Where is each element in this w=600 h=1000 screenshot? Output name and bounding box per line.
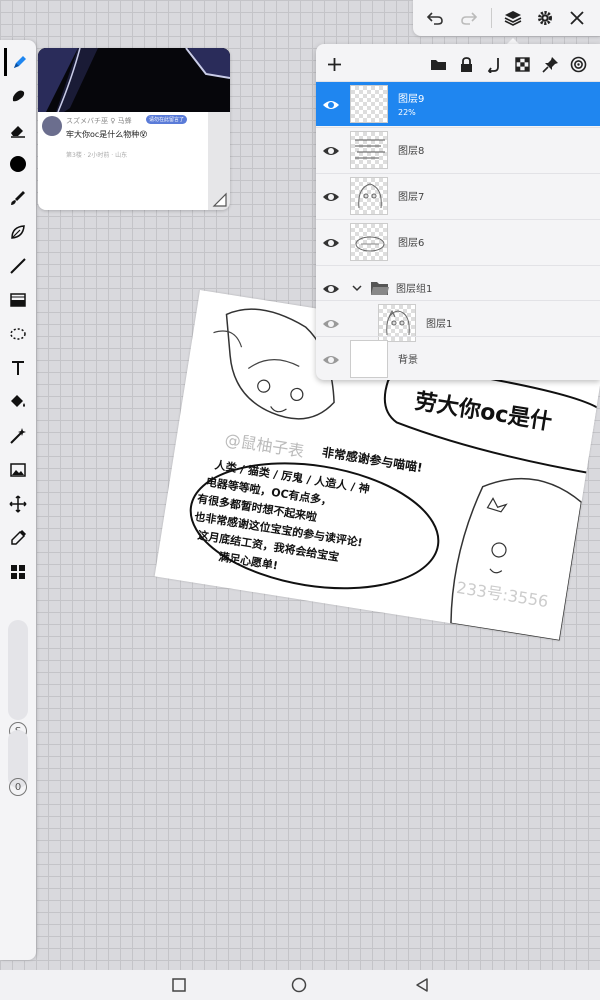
transform-move-icon[interactable] <box>4 490 32 518</box>
eye-icon[interactable] <box>322 142 340 160</box>
grid-layout-icon[interactable] <box>4 558 32 586</box>
lock-icon[interactable] <box>454 52 478 76</box>
layer-thumbnail <box>350 340 388 378</box>
layer-name: 背景 <box>398 355 418 366</box>
layer-row-7[interactable]: 图层7 <box>316 173 600 218</box>
post-meta: 第3楼 · 2小时前 · 山东 <box>66 152 128 159</box>
divider <box>491 8 492 28</box>
line-tool-icon[interactable] <box>4 252 32 280</box>
reference-post: スズメバチ巫 ♀ 马蜂 请勿在此留言了 牢大你oc是什么物种😵 第3楼 · 2小… <box>38 112 208 210</box>
layer-name: 图层8 <box>398 146 425 157</box>
checkerboard-icon[interactable] <box>510 52 534 76</box>
clipping-icon[interactable] <box>482 52 506 76</box>
eye-icon[interactable] <box>322 188 340 206</box>
post-username: スズメバチ巫 ♀ 马蜂 <box>66 117 132 125</box>
eye-icon[interactable] <box>322 280 340 298</box>
layer-row-8[interactable]: 图层8 <box>316 127 600 172</box>
layer-name: 图层7 <box>398 192 425 203</box>
layer-thumbnail <box>350 85 388 123</box>
settings-icon[interactable] <box>533 6 557 30</box>
pin-icon[interactable] <box>538 52 562 76</box>
folder-icon[interactable] <box>426 52 450 76</box>
eye-icon[interactable] <box>322 96 340 114</box>
opacity-label: 0 <box>9 778 27 796</box>
eyedropper-icon[interactable] <box>4 524 32 552</box>
lasso-select-icon[interactable] <box>4 320 32 348</box>
layer-row-6[interactable]: 图层6 <box>316 219 600 264</box>
layer-thumbnail <box>350 131 388 169</box>
smudge-icon[interactable] <box>4 82 32 110</box>
layer-thumbnail <box>350 177 388 215</box>
add-layer-icon[interactable] <box>322 52 346 76</box>
folder-open-icon <box>371 282 389 295</box>
eye-icon[interactable] <box>322 351 340 369</box>
layer-name: 图层9 <box>398 94 425 105</box>
tool-sidebar: S 0 <box>0 40 36 960</box>
back-icon[interactable] <box>413 976 431 994</box>
eye-icon[interactable] <box>322 234 340 252</box>
magic-wand-icon[interactable] <box>4 422 32 450</box>
post-badge: 请勿在此留言了 <box>146 115 188 124</box>
layer-name: 图层1 <box>426 319 453 330</box>
resize-handle-icon[interactable] <box>212 192 228 208</box>
text-tool-icon[interactable] <box>4 354 32 382</box>
layer-name: 图层6 <box>398 238 425 249</box>
post-text: 牢大你oc是什么物种😵 <box>66 130 148 139</box>
avatar <box>42 116 62 136</box>
layer-row-9[interactable]: 图层9 22% <box>316 81 600 126</box>
eye-icon[interactable] <box>322 315 340 333</box>
recent-apps-icon[interactable] <box>170 976 188 994</box>
undo-icon[interactable] <box>423 6 447 30</box>
paint-brush-icon[interactable] <box>4 184 32 212</box>
chevron-down-icon[interactable] <box>352 283 362 293</box>
layer-row-background[interactable]: 背景 <box>316 336 600 381</box>
layers-icon[interactable] <box>501 6 525 30</box>
eraser-icon[interactable] <box>4 116 32 144</box>
close-icon[interactable] <box>565 6 589 30</box>
home-icon[interactable] <box>290 976 308 994</box>
brush-size-slider[interactable] <box>8 620 28 720</box>
leaf-brush-icon[interactable] <box>4 218 32 246</box>
layer-opacity: 22% <box>398 108 416 117</box>
reference-image <box>38 48 230 112</box>
target-icon[interactable] <box>566 52 590 76</box>
redo-icon[interactable] <box>457 6 481 30</box>
image-import-icon[interactable] <box>4 456 32 484</box>
system-navigation-bar <box>0 970 600 1000</box>
layer-thumbnail <box>350 223 388 261</box>
top-action-bar <box>413 0 600 36</box>
bucket-fill-icon[interactable] <box>4 388 32 416</box>
layer-name: 图层组1 <box>396 284 433 295</box>
reference-window[interactable]: スズメバチ巫 ♀ 马蜂 请勿在此留言了 牢大你oc是什么物种😵 第3楼 · 2小… <box>38 48 230 210</box>
color-swatch-icon[interactable] <box>4 150 32 178</box>
brush-pen-icon[interactable] <box>4 48 32 76</box>
layers-panel: 图层9 22% 图层8 图层7 图层6 图层组1 图层1 背景 <box>316 44 600 380</box>
gradient-fill-icon[interactable] <box>4 286 32 314</box>
